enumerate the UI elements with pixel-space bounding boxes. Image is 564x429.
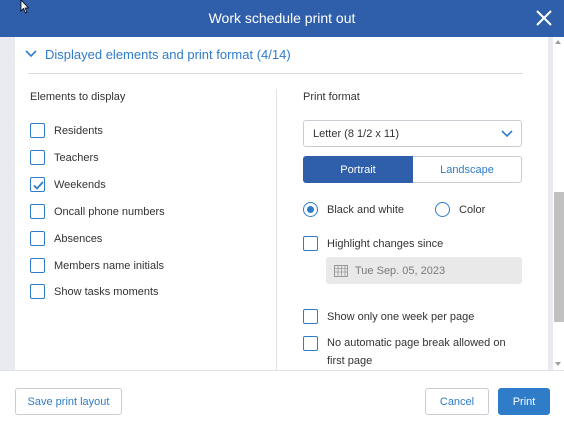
checkbox-box[interactable] bbox=[30, 177, 45, 192]
portrait-button[interactable]: Portrait bbox=[303, 156, 413, 183]
checkbox-highlight-changes[interactable]: Highlight changes since bbox=[303, 236, 443, 251]
checkbox-one-week-per-page[interactable]: Show only one week per page bbox=[303, 309, 474, 324]
dialog-footer: Save print layout Cancel Print bbox=[0, 370, 564, 429]
orientation-toggle: Portrait Landscape bbox=[303, 156, 522, 183]
dialog-title: Work schedule print out bbox=[208, 10, 356, 26]
print-button[interactable]: Print bbox=[498, 388, 550, 415]
checkbox-box[interactable] bbox=[303, 309, 318, 324]
checkbox-label: Highlight changes since bbox=[327, 237, 444, 250]
save-print-layout-button[interactable]: Save print layout bbox=[15, 388, 122, 415]
checkbox-box[interactable] bbox=[30, 150, 45, 165]
highlight-date-field: Tue Sep. 05, 2023 bbox=[326, 257, 522, 284]
mouse-cursor-icon bbox=[20, 0, 30, 14]
radio-label: Color bbox=[459, 203, 486, 216]
column-divider bbox=[276, 89, 277, 370]
paper-size-value: Letter (8 1/2 x 11) bbox=[313, 128, 400, 140]
cancel-button[interactable]: Cancel bbox=[425, 388, 489, 415]
radio-button[interactable] bbox=[435, 202, 450, 217]
radio-color[interactable]: Color bbox=[435, 202, 485, 217]
checkbox-box[interactable] bbox=[30, 231, 45, 246]
section-toggle-label: Displayed elements and print format (4/1… bbox=[45, 46, 291, 62]
checkbox-weekends[interactable]: Weekends bbox=[30, 177, 106, 192]
checkbox-label: No automatic page break allowed on first… bbox=[327, 337, 506, 367]
checkbox-label: Show only one week per page bbox=[327, 310, 475, 323]
paper-size-select[interactable]: Letter (8 1/2 x 11) bbox=[303, 120, 522, 147]
checkbox-box[interactable] bbox=[303, 336, 318, 351]
checkbox-oncall-phone-numbers[interactable]: Oncall phone numbers bbox=[30, 204, 165, 219]
print-format-title: Print format bbox=[303, 91, 360, 103]
section-divider bbox=[28, 73, 523, 74]
radio-button[interactable] bbox=[303, 202, 318, 217]
checkbox-teachers[interactable]: Teachers bbox=[30, 150, 99, 165]
section-toggle[interactable]: Displayed elements and print format (4/1… bbox=[25, 45, 291, 63]
checkbox-box[interactable] bbox=[30, 284, 45, 299]
checkbox-label: Oncall phone numbers bbox=[54, 205, 165, 218]
checkbox-show-tasks-moments[interactable]: Show tasks moments bbox=[30, 284, 159, 299]
scroll-up-icon[interactable] bbox=[555, 40, 561, 44]
checkbox-box[interactable] bbox=[30, 123, 45, 138]
radio-label: Black and white bbox=[327, 203, 405, 216]
checkbox-no-page-break[interactable]: No automatic page break allowed on first… bbox=[303, 334, 523, 370]
checkbox-label: Teachers bbox=[54, 151, 99, 164]
landscape-button[interactable]: Landscape bbox=[413, 156, 522, 183]
checkbox-absences[interactable]: Absences bbox=[30, 231, 102, 246]
checkbox-label: Members name initials bbox=[54, 259, 165, 272]
close-icon[interactable] bbox=[532, 6, 556, 30]
checkbox-residents[interactable]: Residents bbox=[30, 123, 103, 138]
checkbox-label: Weekends bbox=[54, 178, 106, 191]
highlight-date-value: Tue Sep. 05, 2023 bbox=[355, 264, 446, 277]
dialog-body[interactable]: Displayed elements and print format (4/1… bbox=[0, 37, 564, 370]
checkbox-members-name-initials[interactable]: Members name initials bbox=[30, 258, 164, 273]
checkbox-label: Absences bbox=[54, 232, 103, 245]
scrollbar-thumb[interactable] bbox=[554, 192, 564, 322]
checkbox-box[interactable] bbox=[30, 204, 45, 219]
elements-title: Elements to display bbox=[30, 91, 126, 103]
dialog-header: Work schedule print out bbox=[0, 0, 564, 37]
content-panel: Displayed elements and print format (4/1… bbox=[15, 37, 548, 370]
radio-black-and-white[interactable]: Black and white bbox=[303, 202, 404, 217]
chevron-down-icon bbox=[25, 50, 37, 58]
vertical-scrollbar[interactable] bbox=[553, 37, 564, 370]
checkbox-box[interactable] bbox=[30, 258, 45, 273]
scroll-down-icon[interactable] bbox=[555, 362, 561, 366]
checkbox-box[interactable] bbox=[303, 236, 318, 251]
checkmark-icon bbox=[33, 181, 44, 190]
chevron-down-icon bbox=[501, 130, 513, 138]
calendar-icon bbox=[334, 265, 348, 277]
checkbox-label: Show tasks moments bbox=[54, 285, 159, 298]
checkbox-label: Residents bbox=[54, 124, 103, 137]
